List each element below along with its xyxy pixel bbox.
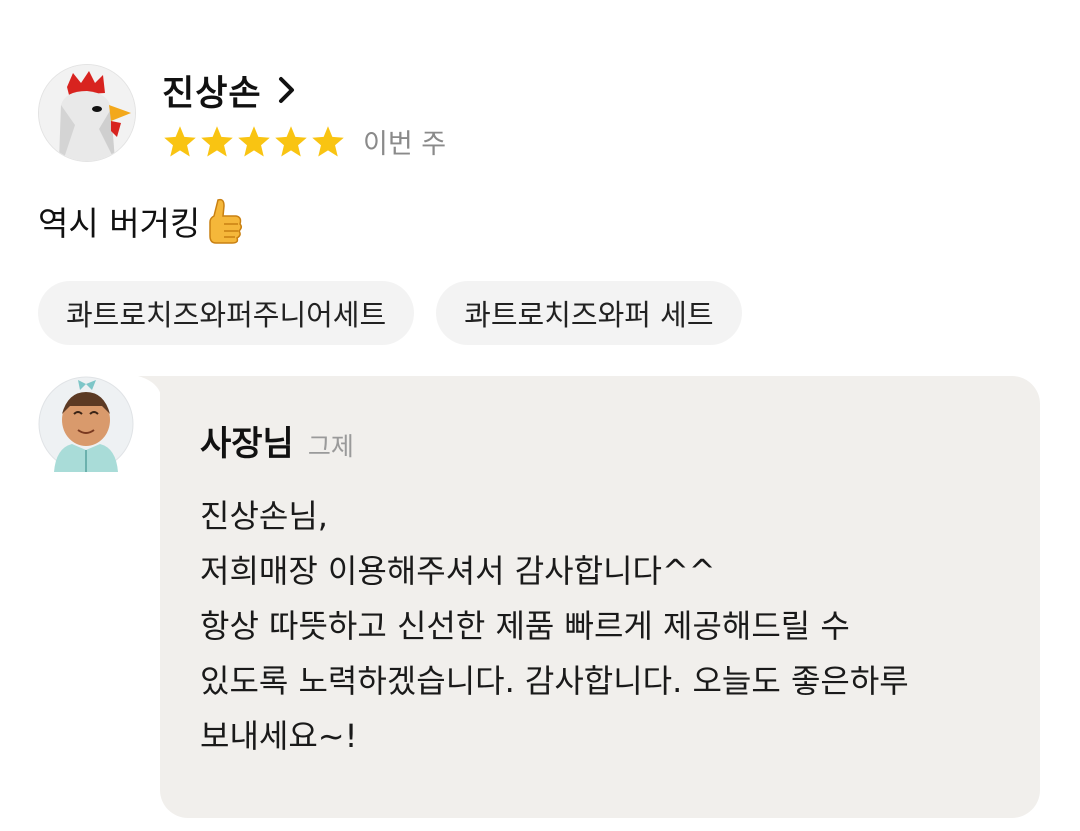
bubble-tail — [138, 376, 162, 400]
chef-avatar-icon — [38, 376, 134, 472]
reply-line: 저희매장 이용해주셔서 감사합니다^^ — [200, 552, 716, 590]
reviewer-profile-link[interactable]: 진상손 — [162, 64, 446, 116]
review-text: 역시 버거킹 — [38, 196, 244, 246]
star-rating — [162, 124, 347, 160]
star-icon — [275, 125, 307, 157]
chicken-avatar-icon — [39, 65, 135, 161]
review-text-content: 역시 버거킹 — [38, 204, 201, 243]
reply-line: 항상 따뜻하고 신선한 제품 빠르게 제공해드릴 수 — [200, 607, 850, 645]
menu-tag[interactable]: 콰트로치즈와퍼주니어세트 — [38, 281, 415, 345]
owner-reply-bubble: 사장님 그제 진상손님, 저희매장 이용해주셔서 감사합니다^^ 항상 따뜻하고… — [160, 376, 1040, 818]
owner-reply-date: 그제 — [307, 432, 354, 461]
star-icon — [201, 125, 233, 157]
reviewer-info: 진상손 이번 주 — [162, 64, 446, 161]
reply-line: 있도록 노력하겠습니다. 감사합니다. 오늘도 좋은하루 — [200, 662, 909, 700]
rating-row: 이번 주 — [162, 122, 446, 161]
owner-name: 사장님 — [200, 424, 294, 464]
star-icon — [312, 125, 344, 157]
reviewer-nickname: 진상손 — [162, 73, 262, 114]
star-icon — [164, 125, 196, 157]
owner-reply-header: 사장님 그제 — [200, 416, 1040, 465]
review-date: 이번 주 — [363, 129, 447, 160]
owner-reply-text: 진상손님, 저희매장 이용해주셔서 감사합니다^^ 항상 따뜻하고 신선한 제품… — [200, 489, 1040, 764]
menu-tag[interactable]: 콰트로치즈와퍼 세트 — [436, 281, 742, 345]
chevron-right-icon — [278, 77, 294, 103]
reply-line: 보내세요~! — [200, 717, 358, 755]
reply-line: 진상손님, — [200, 497, 328, 535]
star-icon — [238, 125, 270, 157]
reviewer-avatar[interactable] — [38, 64, 136, 162]
menu-tags: 콰트로치즈와퍼주니어세트 콰트로치즈와퍼 세트 — [38, 281, 764, 345]
owner-avatar — [38, 376, 134, 472]
thumbs-up-icon — [209, 198, 243, 244]
review-header: 진상손 이번 주 — [38, 64, 446, 162]
